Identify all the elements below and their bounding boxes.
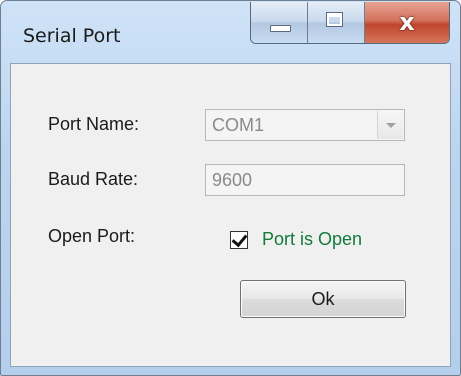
close-icon: x [399, 8, 415, 36]
maximize-icon [326, 12, 343, 27]
minimize-button[interactable] [251, 2, 308, 43]
ok-button[interactable]: Ok [240, 280, 406, 318]
dialog-client-area: Port Name: COM1 Baud Rate: 9600 Open Por… [10, 63, 451, 367]
close-button[interactable]: x [365, 2, 449, 43]
dropdown-button[interactable] [377, 111, 403, 139]
chevron-down-icon [386, 123, 396, 128]
port-name-value: COM1 [212, 115, 265, 135]
window-title: Serial Port [23, 25, 121, 47]
baud-rate-label: Baud Rate: [48, 169, 139, 189]
checkmark-icon [231, 230, 248, 248]
baud-rate-input[interactable]: 9600 [205, 164, 405, 196]
port-name-label: Port Name: [48, 114, 140, 134]
minimize-icon [270, 25, 291, 32]
maximize-button[interactable] [308, 2, 365, 43]
port-name-dropdown[interactable]: COM1 [205, 109, 405, 141]
title-bar[interactable]: Serial Port x [1, 1, 460, 63]
baud-rate-value: 9600 [212, 170, 253, 190]
port-open-checkbox[interactable] [230, 230, 248, 249]
caption-buttons: x [250, 2, 450, 44]
open-port-label: Open Port: [48, 226, 136, 246]
serial-port-window: Serial Port x Port Name: COM1 Baud Rate:… [0, 0, 461, 376]
port-open-status[interactable]: Port is Open [262, 229, 362, 250]
